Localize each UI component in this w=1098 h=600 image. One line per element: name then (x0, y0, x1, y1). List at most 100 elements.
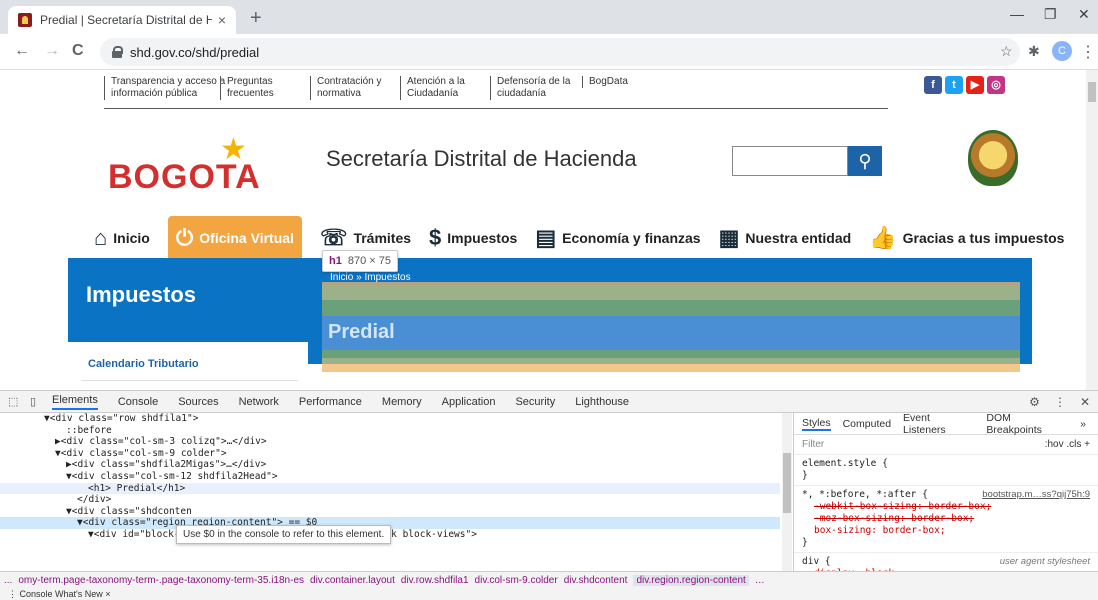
scrollbar-thumb[interactable] (783, 453, 791, 513)
tab-event-listeners[interactable]: Event Listeners (903, 413, 974, 436)
breadcrumb-item[interactable]: div.region.region-content (633, 575, 749, 586)
tab-performance[interactable]: Performance (299, 396, 362, 408)
css-property[interactable]: box-sizing: border-box; (814, 525, 1090, 537)
toplink-bogdata[interactable]: BogData (582, 76, 628, 88)
toplink-contratacion[interactable]: Contratación y normativa (310, 76, 381, 100)
toplink-transparencia[interactable]: Transparencia y acceso a información públ… (104, 76, 225, 100)
menu-item-nuestra-entidad[interactable]: ▦ Nuestra entidad (719, 216, 852, 260)
menu-item-gracias[interactable]: 👍 Gracias a tus impuestos (869, 216, 1064, 260)
page-scrollbar[interactable] (1086, 70, 1098, 390)
breadcrumb-item[interactable]: div.row.shdfila1 (401, 575, 469, 586)
sidebar-link-calendario[interactable]: Calendario Tributario (88, 358, 199, 370)
inspect-icon[interactable]: ⬚ (8, 395, 22, 408)
tab-network[interactable]: Network (239, 396, 279, 408)
css-rule[interactable]: user agent stylesheetdiv {display: block… (794, 553, 1098, 571)
page-breadcrumb[interactable]: Inicio » Impuestos (330, 272, 411, 283)
browser-tab[interactable]: Predial | Secretaría Distrital de Ha × (8, 6, 236, 34)
dom-node-line[interactable]: ▼<div class="row shdfila1"> (0, 413, 780, 425)
forward-button[interactable]: → (44, 42, 60, 60)
restore-button[interactable]: ❐ (1044, 6, 1057, 23)
scrollbar-thumb[interactable] (1088, 82, 1096, 102)
toplink-defensoria[interactable]: Defensoría de la ciudadanía (490, 76, 570, 100)
css-property[interactable]: -moz-box-sizing: border-box; (814, 513, 1090, 525)
document-icon: ▦ (718, 225, 740, 250)
reload-button[interactable]: C (72, 42, 84, 60)
menu-item-oficina-virtual[interactable]: ⏻ Oficina Virtual (167, 216, 302, 260)
lock-icon (112, 46, 123, 58)
devtools-menu-icon[interactable]: ⋮ (1054, 395, 1066, 409)
breadcrumb-item[interactable]: ... (4, 575, 12, 586)
styles-pane: Styles Computed Event Listeners DOM Brea… (793, 413, 1098, 571)
breadcrumb-item[interactable]: div.container.layout (310, 575, 395, 586)
instagram-icon[interactable]: ◎ (987, 76, 1005, 94)
dom-node-line[interactable]: ::before (0, 425, 780, 437)
window-close-button[interactable]: ✕ (1078, 6, 1090, 23)
tab-computed[interactable]: Computed (843, 418, 891, 430)
minimize-button[interactable]: — (1010, 6, 1024, 22)
filter-tools[interactable]: :hov .cls + (1045, 439, 1090, 450)
youtube-icon[interactable]: ▶ (966, 76, 984, 94)
top-links-divider (104, 108, 888, 109)
profile-avatar[interactable]: C (1052, 41, 1072, 61)
bogota-logo[interactable]: BOGOTA (108, 158, 261, 197)
filter-input[interactable]: Filter (802, 439, 824, 450)
tab-application[interactable]: Application (442, 396, 496, 408)
devtools-panel: ⬚ ▯ Elements Console Sources Network Per… (0, 390, 1098, 600)
phone-icon: ☏ (319, 225, 348, 250)
settings-gear-icon[interactable]: ⚙ (1029, 395, 1040, 409)
tab-sources[interactable]: Sources (178, 396, 218, 408)
toplink-preguntas[interactable]: Preguntas frecuentes (220, 76, 274, 100)
device-toolbar-icon[interactable]: ▯ (30, 395, 44, 408)
rule-source-link[interactable]: user agent stylesheet (1000, 556, 1090, 568)
facebook-icon[interactable]: f (924, 76, 942, 94)
twitter-icon[interactable]: t (945, 76, 963, 94)
address-bar[interactable]: shd.gov.co/shd/predial (100, 38, 1020, 66)
tab-styles[interactable]: Styles (802, 417, 831, 431)
breadcrumb-item[interactable]: div.col-sm-9.colder (475, 575, 558, 586)
menu-item-economia[interactable]: ▤ Economía y finanzas (535, 216, 700, 260)
tab-close-button[interactable]: × (218, 12, 226, 28)
browser-menu-icon[interactable]: ⋮ (1080, 42, 1096, 62)
chart-icon: ▤ (535, 225, 557, 250)
search-input[interactable] (732, 146, 848, 176)
drawer-tabs[interactable]: ⋮ Console What's New × (0, 589, 1098, 600)
tab-security[interactable]: Security (515, 396, 555, 408)
tab-console[interactable]: Console (118, 396, 158, 408)
search-button[interactable]: ⚲ (848, 146, 882, 176)
css-property[interactable]: -webkit-box-sizing: border-box; (814, 501, 1090, 513)
menu-item-impuestos[interactable]: $ Impuestos (429, 216, 517, 260)
tab-memory[interactable]: Memory (382, 396, 422, 408)
thumbs-up-icon: 👍 (869, 225, 897, 250)
tab-lighthouse[interactable]: Lighthouse (575, 396, 629, 408)
sidebar-divider (82, 380, 298, 381)
extensions-icon[interactable]: ✱ (1028, 43, 1040, 60)
dom-node-line[interactable]: </div> (0, 494, 780, 506)
dom-tree-scrollbar[interactable] (782, 413, 792, 571)
dom-node-line[interactable]: ▼<div class="col-sm-12 shdfila2Head"> (0, 471, 780, 483)
css-rule[interactable]: element.style {} (794, 455, 1098, 486)
breadcrumb-item[interactable]: … (755, 575, 765, 586)
rule-close: } (802, 537, 808, 548)
back-button[interactable]: ← (14, 42, 30, 60)
dom-node-line[interactable]: <h1> Predial</h1> (0, 482, 780, 495)
rule-source-link[interactable]: bootstrap.m…ss?qij75h:9 (982, 489, 1090, 501)
menu-item-inicio[interactable]: ⌂ Inicio (94, 216, 150, 260)
dom-breadcrumbs: ... omy-term.page-taxonomy-term-.page-tax… (0, 571, 1098, 589)
styles-filter[interactable]: Filter :hov .cls + (794, 435, 1098, 455)
css-rule[interactable]: bootstrap.m…ss?qij75h:9 *, *:before, *:af… (794, 486, 1098, 553)
more-tabs-chevron[interactable]: » (1080, 418, 1086, 430)
dom-tree[interactable]: ▼<div class="row shdfila1">::before ▶<div… (0, 413, 780, 571)
tab-elements[interactable]: Elements (52, 394, 98, 410)
breadcrumb-item[interactable]: omy-term.page-taxonomy-term-.page-taxono… (18, 575, 304, 586)
new-tab-button[interactable]: + (250, 8, 262, 28)
dom-node-line[interactable]: ▼<div class="shdconten (0, 506, 780, 518)
dom-node-line[interactable]: ▶<div class="shdfila2Migas">…</div> (0, 459, 780, 471)
breadcrumb-item[interactable]: div.shdcontent (564, 575, 628, 586)
devtools-close-icon[interactable]: ✕ (1080, 395, 1090, 409)
toplink-atencion[interactable]: Atención a la Ciudadanía (400, 76, 465, 100)
social-links: f t ▶ ◎ (924, 76, 1005, 94)
tab-dom-breakpoints[interactable]: DOM Breakpoints (986, 413, 1068, 436)
bookmark-star-icon[interactable]: ☆ (1000, 43, 1013, 60)
dom-node-line[interactable]: ▶<div class="col-sm-3 colizq">…</div> (0, 436, 780, 448)
dom-node-line[interactable]: ▼<div class="col-sm-9 colder"> (0, 448, 780, 460)
